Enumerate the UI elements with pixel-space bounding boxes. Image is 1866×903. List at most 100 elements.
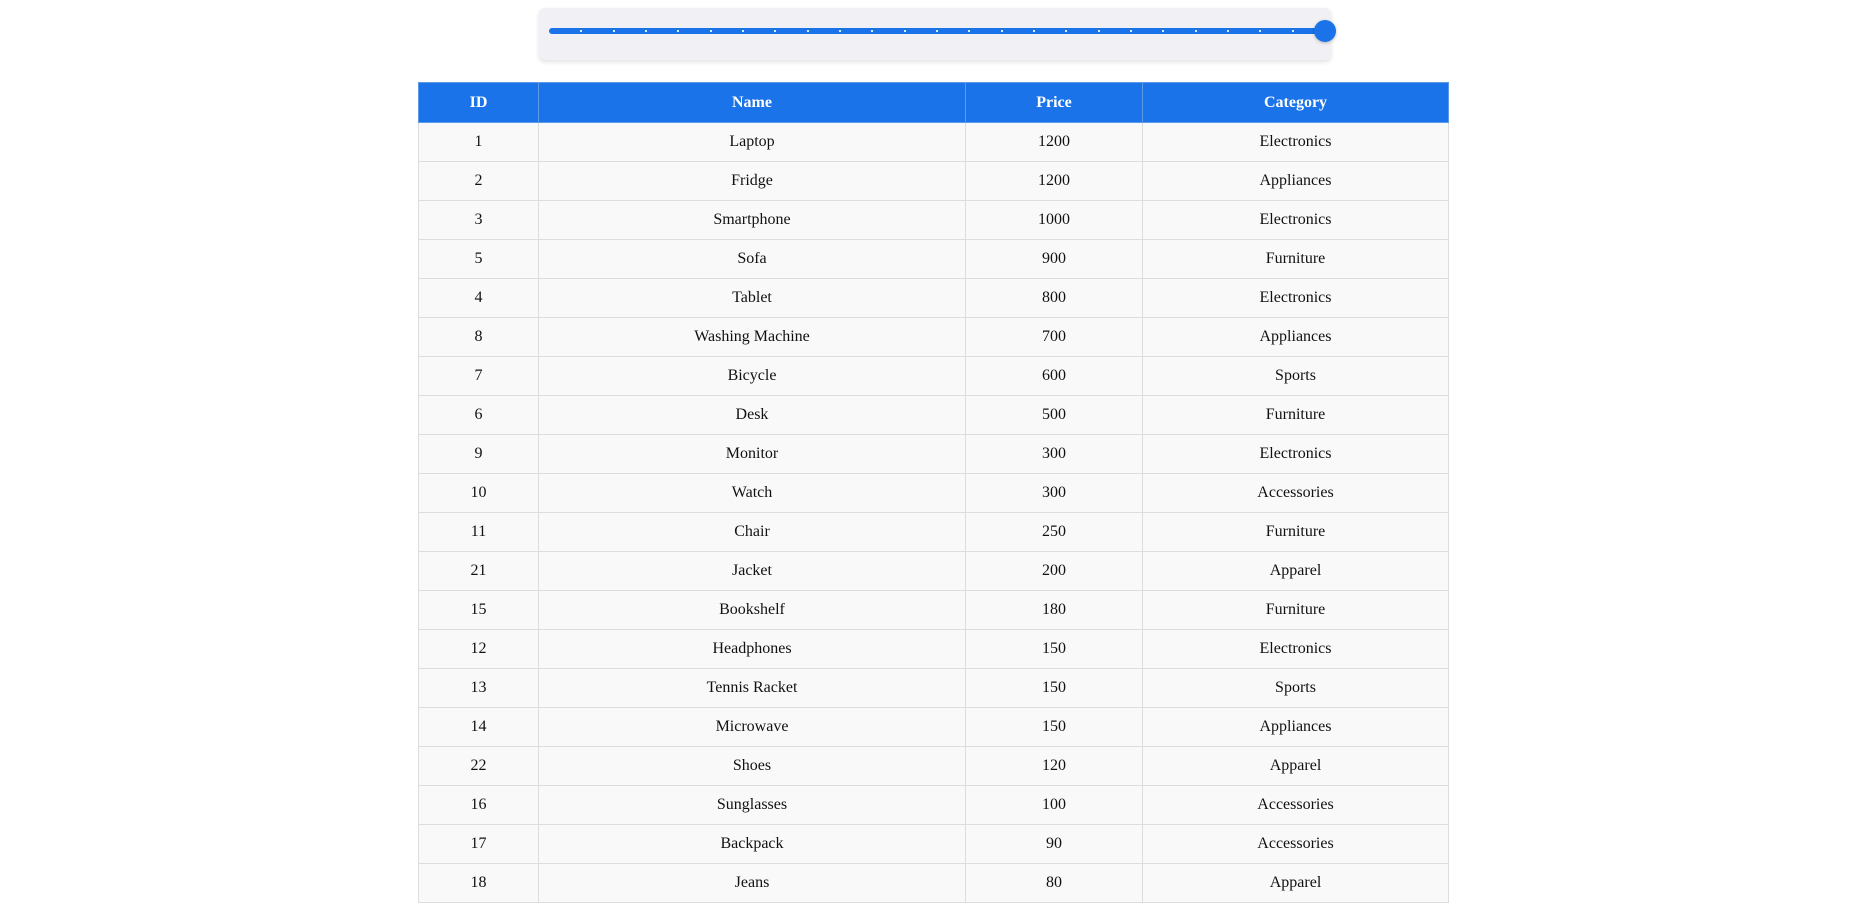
slider-tick: [1033, 30, 1035, 32]
table-row: 21 Jacket 200 Apparel: [418, 551, 1449, 591]
cell-price: 700: [965, 317, 1143, 357]
products-table-container: ID Name Price Category 1 Laptop 1200 Electr…: [418, 82, 1449, 903]
slider-tick: [839, 30, 841, 32]
table-row: 11 Chair 250 Furniture: [418, 512, 1449, 552]
cell-name: Jeans: [538, 863, 966, 903]
cell-id: 8: [418, 317, 539, 357]
cell-price: 150: [965, 707, 1143, 747]
slider-tick: [1227, 30, 1229, 32]
cell-name: Sunglasses: [538, 785, 966, 825]
table-row: 15 Bookshelf 180 Furniture: [418, 590, 1449, 630]
cell-name: Backpack: [538, 824, 966, 864]
cell-id: 10: [418, 473, 539, 513]
cell-name: Tablet: [538, 278, 966, 318]
range-slider-panel: [539, 8, 1336, 60]
slider-tick: [968, 30, 971, 32]
table-row: 16 Sunglasses 100 Accessories: [418, 785, 1449, 825]
cell-name: Bicycle: [538, 356, 966, 396]
table-row: 7 Bicycle 600 Sports: [418, 356, 1449, 396]
table-row: 1 Laptop 1200 Electronics: [418, 122, 1449, 162]
cell-id: 18: [418, 863, 539, 903]
cell-category: Accessories: [1142, 785, 1449, 825]
cell-category: Electronics: [1142, 278, 1449, 318]
cell-price: 100: [965, 785, 1143, 825]
table-row: 10 Watch 300 Accessories: [418, 473, 1449, 513]
cell-price: 1000: [965, 200, 1143, 240]
cell-category: Furniture: [1142, 590, 1449, 630]
cell-id: 13: [418, 668, 539, 708]
cell-price: 200: [965, 551, 1143, 591]
slider-tick: [1097, 30, 1100, 32]
cell-name: Monitor: [538, 434, 966, 474]
cell-name: Desk: [538, 395, 966, 435]
cell-id: 1: [418, 122, 539, 162]
column-header-category[interactable]: Category: [1142, 82, 1449, 123]
cell-price: 90: [965, 824, 1143, 864]
cell-name: Washing Machine: [538, 317, 966, 357]
cell-id: 15: [418, 590, 539, 630]
slider-tick: [677, 30, 680, 32]
cell-name: Fridge: [538, 161, 966, 201]
cell-price: 800: [965, 278, 1143, 318]
slider-tick: [1162, 30, 1165, 32]
cell-id: 9: [418, 434, 539, 474]
column-header-price[interactable]: Price: [965, 82, 1143, 123]
cell-category: Appliances: [1142, 317, 1449, 357]
cell-category: Accessories: [1142, 473, 1449, 513]
cell-category: Apparel: [1142, 551, 1449, 591]
table-row: 22 Shoes 120 Apparel: [418, 746, 1449, 786]
slider-tick: [580, 30, 583, 32]
slider-tick: [645, 30, 647, 32]
column-header-name[interactable]: Name: [538, 82, 966, 123]
cell-id: 17: [418, 824, 539, 864]
slider-tick: [806, 30, 809, 32]
cell-price: 600: [965, 356, 1143, 396]
cell-id: 11: [418, 512, 539, 552]
slider-tick: [1000, 30, 1003, 32]
cell-id: 3: [418, 200, 539, 240]
cell-price: 180: [965, 590, 1143, 630]
cell-id: 16: [418, 785, 539, 825]
cell-id: 6: [418, 395, 539, 435]
cell-category: Appliances: [1142, 707, 1449, 747]
cell-name: Microwave: [538, 707, 966, 747]
slider-thumb[interactable]: [1314, 20, 1336, 42]
table-row: 12 Headphones 150 Electronics: [418, 629, 1449, 669]
cell-category: Electronics: [1142, 200, 1449, 240]
cell-name: Laptop: [538, 122, 966, 162]
table-row: 9 Monitor 300 Electronics: [418, 434, 1449, 474]
cell-name: Chair: [538, 512, 966, 552]
slider-tick: [871, 30, 874, 32]
table-row: 18 Jeans 80 Apparel: [418, 863, 1449, 903]
table-header: ID Name Price Category: [418, 82, 1449, 123]
products-table: ID Name Price Category 1 Laptop 1200 Electr…: [418, 82, 1449, 903]
cell-id: 14: [418, 707, 539, 747]
table-row: 13 Tennis Racket 150 Sports: [418, 668, 1449, 708]
cell-name: Jacket: [538, 551, 966, 591]
slider-tick: [903, 30, 906, 32]
slider-tick: [709, 30, 712, 32]
table-row: 8 Washing Machine 700 Appliances: [418, 317, 1449, 357]
cell-name: Headphones: [538, 629, 966, 669]
cell-price: 500: [965, 395, 1143, 435]
cell-category: Electronics: [1142, 629, 1449, 669]
cell-category: Accessories: [1142, 824, 1449, 864]
cell-id: 2: [418, 161, 539, 201]
table-header-row: ID Name Price Category: [418, 82, 1449, 123]
column-header-id[interactable]: ID: [418, 82, 539, 123]
cell-name: Sofa: [538, 239, 966, 279]
cell-category: Sports: [1142, 668, 1449, 708]
cell-price: 1200: [965, 161, 1143, 201]
slider-tick: [936, 30, 938, 32]
slider-tick: [1259, 30, 1262, 32]
cell-id: 22: [418, 746, 539, 786]
cell-price: 150: [965, 629, 1143, 669]
cell-price: 300: [965, 434, 1143, 474]
cell-id: 21: [418, 551, 539, 591]
table-body: 1 Laptop 1200 Electronics 2 Fridge 1200 Applian…: [418, 122, 1449, 903]
cell-category: Furniture: [1142, 512, 1449, 552]
slider-tick: [1291, 30, 1294, 32]
cell-price: 120: [965, 746, 1143, 786]
range-slider[interactable]: [549, 8, 1336, 60]
cell-id: 7: [418, 356, 539, 396]
